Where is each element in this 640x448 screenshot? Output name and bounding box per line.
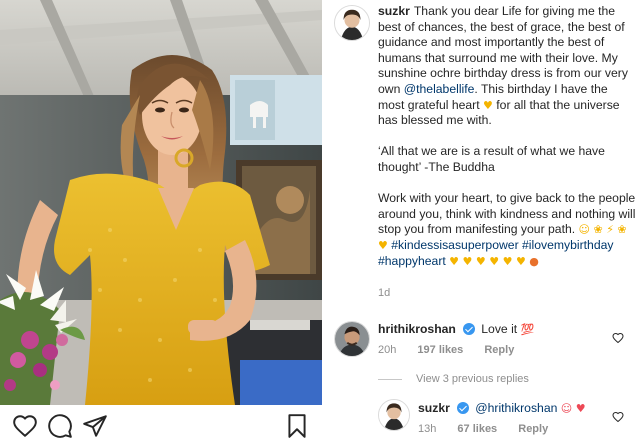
- post-photo[interactable]: [0, 0, 322, 405]
- caption-author-username[interactable]: suzkr: [378, 4, 410, 18]
- yellow-hearts-row: ♥ ♥ ♥ ♥ ♥ ♥: [449, 254, 526, 268]
- avatar-portrait: [335, 6, 369, 40]
- commenter-avatar[interactable]: [334, 321, 370, 357]
- author-avatar[interactable]: [334, 5, 370, 41]
- comment-1-username[interactable]: hrithikroshan: [378, 322, 456, 336]
- paper-plane-icon: [83, 415, 107, 437]
- view-previous-replies-button[interactable]: View 3 previous replies: [378, 373, 529, 385]
- post-action-bar: [0, 405, 322, 448]
- comment-1-like-button[interactable]: [612, 332, 624, 344]
- comment-2-username[interactable]: suzkr: [418, 401, 450, 415]
- save-button[interactable]: [284, 413, 310, 439]
- comment-2-likes[interactable]: 67 likes: [457, 423, 497, 435]
- comment-2-body: suzkr @hrithikroshan ☺ ♥: [418, 401, 586, 416]
- verified-badge-icon: [462, 323, 475, 335]
- comment-1-likes[interactable]: 197 likes: [417, 344, 463, 356]
- photo-illustration: [0, 0, 322, 405]
- like-button[interactable]: [12, 413, 38, 439]
- comment-button[interactable]: [47, 413, 73, 439]
- caption-quote: ‘All that we are is a result of what we …: [378, 144, 605, 174]
- heart-outline-icon: [612, 411, 624, 423]
- share-button[interactable]: [82, 413, 108, 439]
- comment-1-time[interactable]: 20h: [378, 344, 396, 356]
- caption-mention-link[interactable]: @thelabellife: [404, 82, 475, 96]
- hashtag-happyheart[interactable]: #happyheart: [378, 254, 446, 268]
- reply-author-avatar[interactable]: [378, 399, 410, 431]
- comment-2-meta: 13h 67 likes Reply: [418, 423, 566, 435]
- verified-badge-icon: [456, 402, 469, 414]
- hundred-points-emoji: 💯: [520, 323, 535, 336]
- comment-2-mention[interactable]: @hrithikroshan: [475, 401, 557, 415]
- avatar-portrait: [335, 322, 369, 356]
- comment-1-text: Love it: [481, 322, 518, 336]
- hashtag-kindessisasuperpower[interactable]: #kindessisasuperpower: [391, 238, 518, 252]
- balloon-emoji: ●: [529, 254, 539, 268]
- heart-outline-icon: [612, 332, 624, 344]
- bookmark-icon: [288, 414, 306, 438]
- comment-1-reply-button[interactable]: Reply: [484, 344, 514, 356]
- hashtag-ilovemybirthday[interactable]: #ilovemybirthday: [522, 238, 613, 252]
- comment-2-like-button[interactable]: [612, 411, 624, 423]
- avatar-portrait: [379, 400, 409, 430]
- comment-2-emoji: ☺ ♥: [560, 402, 586, 415]
- comment-1-meta: 20h 197 likes Reply: [378, 344, 532, 356]
- comment-2-reply-button[interactable]: Reply: [518, 423, 548, 435]
- post-timestamp[interactable]: 1d: [378, 287, 390, 299]
- post-caption: suzkr Thank you dear Life for giving me t…: [378, 4, 636, 269]
- comment-bubble-icon: [48, 414, 72, 438]
- comment-2-time[interactable]: 13h: [418, 423, 436, 435]
- heart-outline-icon: [13, 415, 37, 438]
- comment-1-body: hrithikroshan Love it 💯: [378, 322, 534, 337]
- yellow-heart-emoji: ♥: [483, 98, 493, 112]
